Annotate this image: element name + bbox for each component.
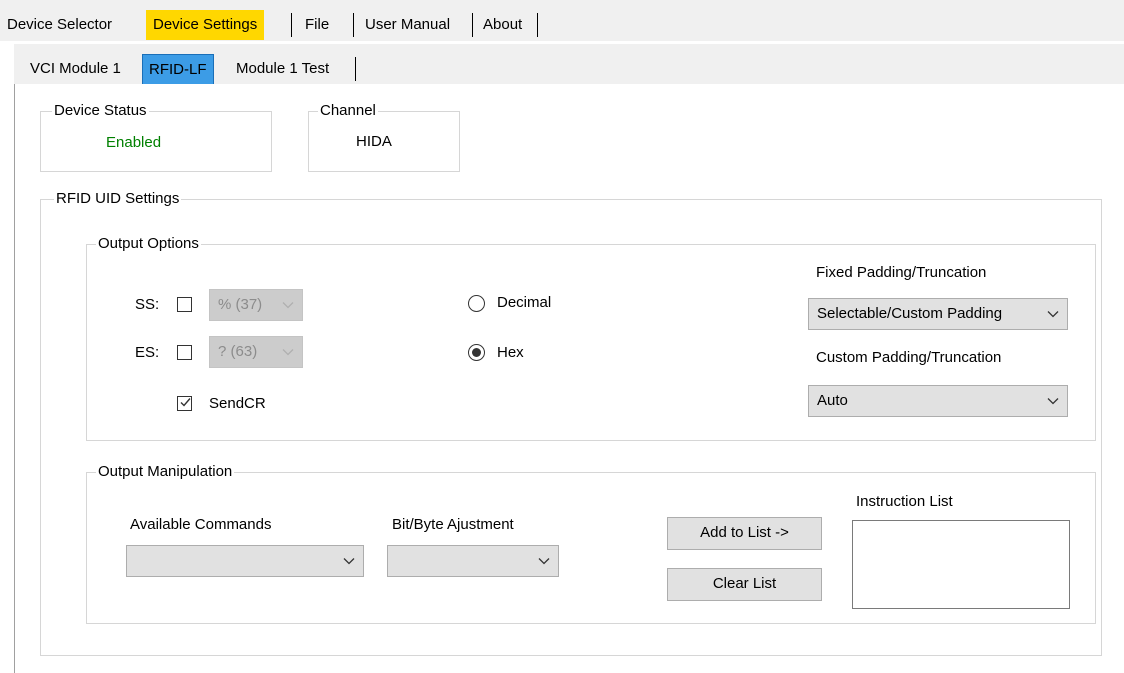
device-status-value: Enabled (106, 134, 162, 151)
chevron-down-icon (282, 298, 294, 315)
instruction-list[interactable] (852, 520, 1070, 609)
fixed-padding-select[interactable]: Selectable/Custom Padding (808, 298, 1068, 330)
tab-separator (291, 13, 292, 37)
ss-checkbox[interactable] (177, 297, 192, 312)
chevron-down-icon (282, 345, 294, 362)
es-select[interactable]: ? (63) (209, 336, 303, 368)
hex-radio[interactable] (468, 344, 485, 361)
tab-separator (537, 13, 538, 37)
add-to-list-button[interactable]: Add to List -> (667, 517, 822, 550)
es-checkbox[interactable] (177, 345, 192, 360)
chevron-down-icon (538, 554, 550, 571)
available-commands-label: Available Commands (130, 516, 272, 533)
bit-byte-label: Bit/Byte Ajustment (392, 516, 514, 533)
tab-vci-module[interactable]: VCI Module 1 (24, 54, 127, 84)
bit-byte-select[interactable] (387, 545, 559, 577)
tab-rfid-lf[interactable]: RFID-LF (142, 54, 214, 86)
chevron-down-icon (343, 554, 355, 571)
tab-separator (353, 13, 354, 37)
sendcr-label: SendCR (209, 395, 266, 412)
output-options-legend: Output Options (96, 235, 201, 253)
decimal-radio[interactable] (468, 295, 485, 312)
ss-label: SS: (135, 296, 160, 313)
sendcr-checkbox[interactable] (177, 396, 192, 411)
chevron-down-icon (1047, 394, 1059, 411)
radio-dot-icon (472, 348, 481, 357)
tab-module-test[interactable]: Module 1 Test (230, 54, 335, 84)
tab-device-settings[interactable]: Device Settings (146, 10, 265, 40)
custom-padding-value: Auto (817, 392, 848, 409)
instruction-list-label: Instruction List (856, 493, 953, 510)
tab-separator (472, 13, 473, 37)
fixed-padding-value: Selectable/Custom Padding (817, 305, 1003, 322)
tab-separator (355, 57, 356, 81)
hex-label: Hex (497, 344, 524, 361)
rfid-uid-settings-legend: RFID UID Settings (54, 190, 182, 208)
device-status-legend: Device Status (52, 102, 149, 120)
ss-select-value: % (37) (218, 296, 263, 313)
fixed-padding-label: Fixed Padding/Truncation (816, 264, 987, 281)
available-commands-select[interactable] (126, 545, 364, 577)
custom-padding-label: Custom Padding/Truncation (816, 349, 1002, 366)
channel-legend: Channel (318, 102, 378, 120)
output-manipulation-legend: Output Manipulation (96, 463, 235, 481)
decimal-label: Decimal (497, 294, 552, 311)
clear-list-button[interactable]: Clear List (667, 568, 822, 601)
checkmark-icon (180, 398, 191, 407)
tab-about[interactable]: About (476, 10, 529, 40)
es-label: ES: (135, 344, 160, 361)
ss-select[interactable]: % (37) (209, 289, 303, 321)
tab-file[interactable]: File (298, 10, 336, 40)
chevron-down-icon (1047, 307, 1059, 324)
channel-value: HIDA (356, 133, 392, 150)
tab-device-selector[interactable]: Device Selector (0, 10, 119, 40)
tab-user-manual[interactable]: User Manual (358, 10, 457, 40)
custom-padding-select[interactable]: Auto (808, 385, 1068, 417)
es-select-value: ? (63) (218, 343, 258, 360)
